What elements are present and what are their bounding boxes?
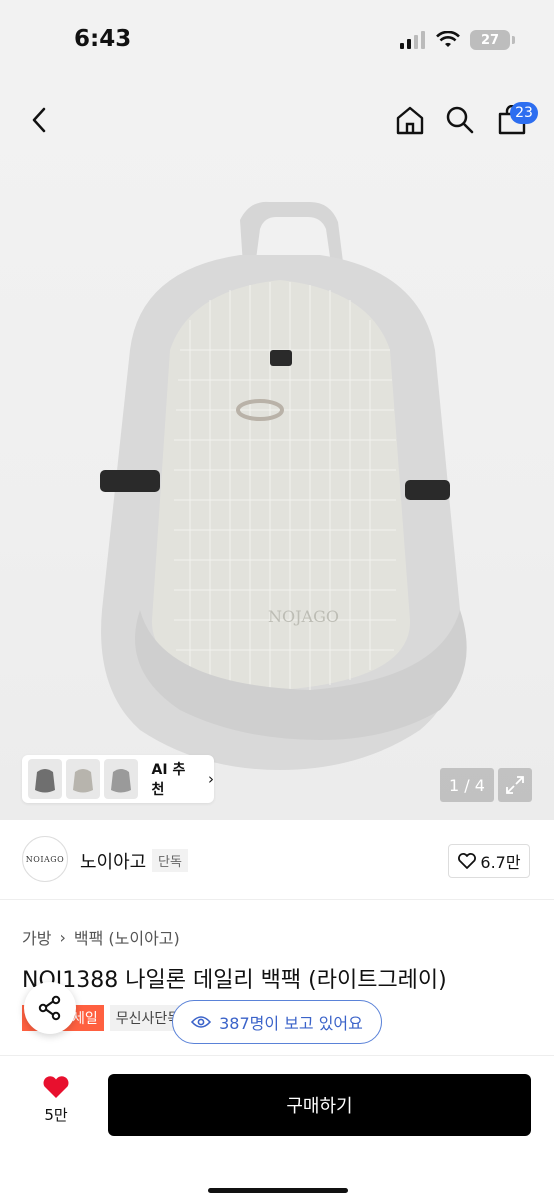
thumbnail[interactable] bbox=[65, 759, 100, 799]
status-time: 6:43 bbox=[74, 26, 132, 52]
home-icon bbox=[396, 106, 424, 135]
breadcrumb-item[interactable]: 가방 bbox=[22, 925, 51, 949]
thumbnail[interactable] bbox=[103, 759, 138, 799]
image-counter: 1 / 4 bbox=[440, 768, 494, 802]
breadcrumb-separator-icon: › bbox=[59, 927, 66, 947]
back-button[interactable] bbox=[20, 100, 60, 140]
breadcrumb: 가방 › 백팩 (노이아고) bbox=[22, 925, 180, 949]
chevron-left-icon bbox=[32, 107, 46, 133]
search-button[interactable] bbox=[440, 100, 480, 140]
expand-icon bbox=[506, 776, 524, 794]
share-button[interactable] bbox=[24, 982, 76, 1034]
battery-indicator: 27 bbox=[470, 30, 515, 50]
product-image-logo-text: NOJAGO bbox=[268, 607, 339, 626]
backpack-thumbnail-icon bbox=[72, 769, 93, 793]
status-icons: 27 bbox=[400, 30, 515, 50]
product-gallery[interactable]: NOJAGO bbox=[0, 80, 554, 820]
search-icon bbox=[446, 106, 474, 134]
wishlist-count: 5만 bbox=[44, 1106, 68, 1124]
brand-like-button[interactable]: 6.7만 bbox=[448, 844, 530, 878]
heart-filled-icon bbox=[43, 1076, 69, 1098]
chevron-right-icon: › bbox=[208, 770, 214, 788]
backpack-thumbnail-icon bbox=[34, 769, 55, 793]
exclusive-tag: 단독 bbox=[152, 849, 188, 872]
buy-button[interactable]: 구매하기 bbox=[108, 1074, 531, 1136]
brand-name[interactable]: 노이아고 bbox=[80, 848, 146, 874]
product-title: NOJ1388 나일론 데일리 백팩 (라이트그레이) bbox=[22, 968, 447, 993]
eye-icon bbox=[191, 1016, 212, 1028]
viewers-text: 387명이 보고 있어요 bbox=[219, 1014, 363, 1033]
brand-like-count: 6.7만 bbox=[480, 853, 521, 872]
bottom-bar: 5만 구매하기 bbox=[0, 1055, 554, 1200]
top-nav bbox=[0, 80, 554, 160]
backpack-thumbnail-icon bbox=[110, 769, 131, 793]
share-icon bbox=[38, 995, 61, 1021]
wishlist-button[interactable]: 5만 bbox=[26, 1074, 86, 1138]
status-bar: 6:43 27 bbox=[0, 0, 554, 80]
cart-count-badge: 23 bbox=[510, 102, 538, 124]
home-button[interactable] bbox=[390, 100, 430, 140]
thumbnail[interactable] bbox=[28, 759, 62, 799]
brand-logo[interactable]: NOIAGO bbox=[22, 836, 68, 882]
home-indicator bbox=[208, 1188, 348, 1193]
expand-button[interactable] bbox=[498, 768, 532, 802]
ai-recommend-strip[interactable]: AI 추천 › bbox=[22, 755, 214, 803]
heart-outline-icon bbox=[458, 853, 477, 869]
brand-row: NOIAGO 노이아고 단독 6.7만 bbox=[0, 820, 554, 900]
ai-recommend-label[interactable]: AI 추천 bbox=[152, 759, 198, 799]
signal-icon bbox=[400, 31, 425, 49]
product-image[interactable]: NOJAGO bbox=[70, 190, 490, 790]
viewers-notice: 387명이 보고 있어요 bbox=[172, 1000, 382, 1044]
breadcrumb-item[interactable]: 백팩 (노이아고) bbox=[74, 925, 180, 949]
wifi-icon bbox=[436, 31, 460, 47]
